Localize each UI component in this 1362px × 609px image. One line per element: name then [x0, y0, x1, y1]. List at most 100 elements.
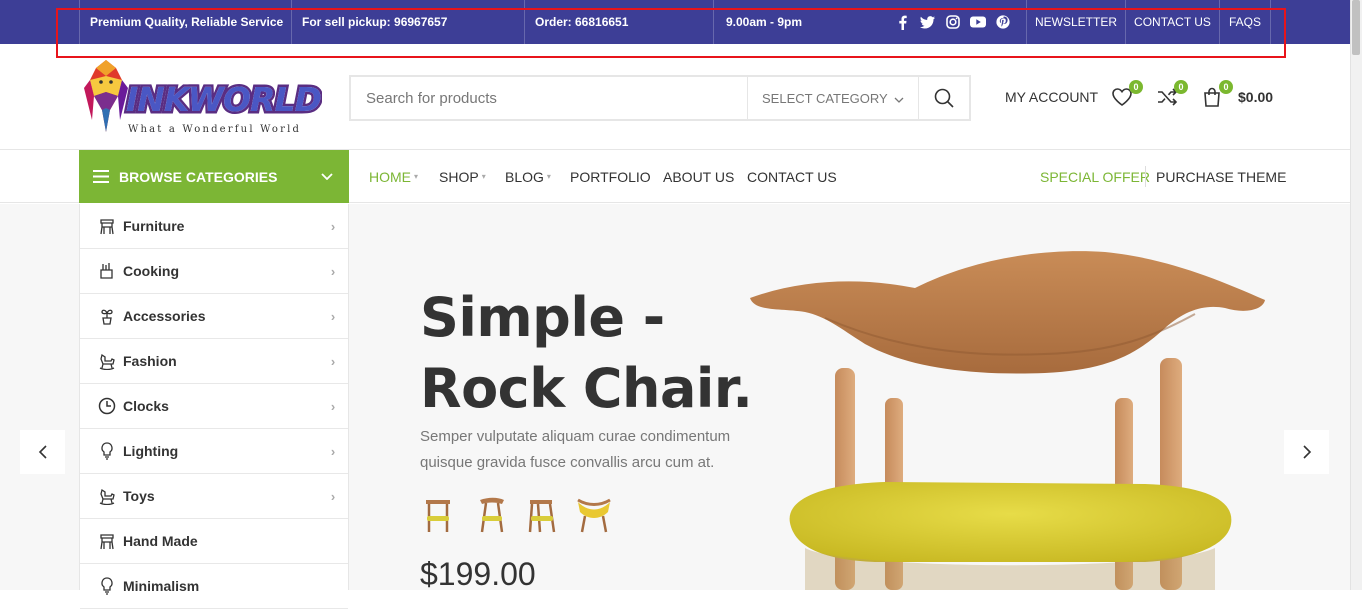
chevron-down-icon: ▾ — [481, 172, 486, 181]
category-item-cooking[interactable]: Cooking › — [80, 249, 348, 294]
category-label: Lighting — [123, 443, 179, 459]
product-search: SELECT CATEGORY — [349, 75, 971, 121]
chevron-down-icon: ▾ — [546, 172, 551, 181]
nav-blog[interactable]: BLOG ▾ — [505, 150, 551, 203]
lion-logo-icon: INKWORLD INKWORLD What a Wonderful World — [84, 60, 324, 135]
nav-purchase-theme[interactable]: PURCHASE THEME — [1156, 150, 1286, 203]
category-item-furniture[interactable]: Furniture › — [80, 204, 348, 249]
wishlist-button[interactable]: 0 — [1111, 80, 1143, 110]
my-account-link[interactable]: MY ACCOUNT — [1005, 89, 1098, 105]
chevron-down-icon — [305, 173, 349, 180]
category-item-lighting[interactable]: Lighting › — [80, 429, 348, 474]
plant-icon — [97, 306, 117, 326]
slider-next-button[interactable] — [1284, 430, 1329, 474]
top-bar-pickup-phone: For sell pickup: 96967657 — [291, 0, 524, 44]
chevron-right-icon — [1302, 445, 1311, 459]
nav-about-us[interactable]: ABOUT US — [663, 150, 734, 203]
cart-button[interactable]: 0 — [1201, 80, 1233, 110]
category-label: Fashion — [123, 353, 177, 369]
chair-icon — [97, 531, 117, 551]
nav-home[interactable]: HOME ▾ — [369, 150, 418, 203]
category-label: Cooking — [123, 263, 179, 279]
category-label: Furniture — [123, 218, 185, 234]
chair-thumbnail-2[interactable] — [472, 494, 508, 534]
chair-icon — [97, 216, 117, 236]
chair-thumbnail-4[interactable] — [576, 494, 612, 534]
logo-brand-fill: INKWORLD — [126, 80, 321, 119]
instagram-icon[interactable] — [944, 14, 961, 31]
top-bar-tagline: Premium Quality, Reliable Service — [79, 0, 291, 44]
category-select-label: SELECT CATEGORY — [762, 90, 888, 106]
slide-title-line-1: Simple - — [420, 286, 665, 349]
category-label: Toys — [123, 488, 155, 504]
youtube-icon[interactable] — [969, 14, 986, 31]
slider-prev-button[interactable] — [20, 430, 65, 474]
chair-thumbnails — [420, 494, 612, 534]
bulb-icon — [97, 576, 117, 596]
top-bar-hours: 9.00am - 9pm — [713, 0, 883, 44]
nav-special-offer[interactable]: SPECIAL OFFER — [1040, 150, 1150, 203]
category-item-fashion[interactable]: Fashion › — [80, 339, 348, 384]
newsletter-link[interactable]: NEWSLETTER — [1026, 0, 1125, 44]
wishlist-count-badge: 0 — [1129, 80, 1143, 94]
category-label: Accessories — [123, 308, 206, 324]
main-navigation: BROWSE CATEGORIES HOME ▾ SHOP ▾ BLOG ▾ PORT… — [0, 150, 1350, 203]
page-scrollbar[interactable] — [1350, 0, 1362, 590]
chair-thumbnail-1[interactable] — [420, 494, 456, 534]
category-label: Minimalism — [123, 578, 200, 594]
category-label: Clocks — [123, 398, 169, 414]
contact-us-link[interactable]: CONTACT US — [1125, 0, 1219, 44]
faqs-link[interactable]: FAQS — [1219, 0, 1271, 44]
social-links — [894, 13, 1011, 31]
category-item-accessories[interactable]: Accessories › — [80, 294, 348, 339]
nav-blog-label: BLOG — [505, 168, 544, 185]
category-item-toys[interactable]: Toys › — [80, 474, 348, 519]
search-icon — [934, 88, 954, 108]
category-item-clocks[interactable]: Clocks › — [80, 384, 348, 429]
compare-count-badge: 0 — [1174, 80, 1188, 94]
category-item-hand-made[interactable]: Hand Made — [80, 519, 348, 564]
top-bar-order-phone: Order: 66816651 — [524, 0, 713, 44]
chevron-right-icon: › — [330, 263, 336, 279]
slide-price: $199.00 — [420, 556, 536, 592]
chevron-right-icon: › — [330, 443, 336, 459]
rocking-horse-icon — [97, 486, 117, 506]
rocking-horse-icon — [97, 351, 117, 371]
logo-tagline: What a Wonderful World — [128, 124, 301, 135]
category-label: Hand Made — [123, 533, 198, 549]
site-logo[interactable]: INKWORLD INKWORLD What a Wonderful World — [82, 58, 324, 136]
chevron-right-icon: › — [330, 308, 336, 324]
search-input[interactable] — [351, 77, 747, 119]
rock-chair-image — [745, 248, 1275, 590]
cart-total[interactable]: $0.00 — [1238, 89, 1273, 105]
nav-contact-us[interactable]: CONTACT US — [747, 150, 837, 203]
bulb-icon — [97, 441, 117, 461]
pinterest-icon[interactable] — [994, 14, 1011, 31]
slide-title: Simple - Rock Chair. — [420, 282, 753, 424]
compare-button[interactable]: 0 — [1156, 80, 1188, 110]
cooking-icon — [97, 261, 117, 281]
nav-divider — [1145, 166, 1146, 187]
nav-shop[interactable]: SHOP ▾ — [439, 150, 486, 203]
chevron-down-icon: ▾ — [414, 172, 419, 181]
nav-home-label: HOME — [369, 168, 411, 185]
chevron-left-icon — [38, 445, 47, 459]
category-sidebar: Furniture › Cooking › Accessories › Fash… — [79, 204, 349, 609]
browse-categories-button[interactable]: BROWSE CATEGORIES — [79, 150, 349, 203]
clock-icon — [97, 396, 117, 416]
facebook-icon[interactable] — [894, 14, 911, 31]
search-button[interactable] — [918, 77, 969, 119]
site-header: INKWORLD INKWORLD What a Wonderful World… — [0, 44, 1350, 150]
top-bar: Premium Quality, Reliable Service For se… — [0, 0, 1362, 44]
chevron-down-icon — [894, 91, 904, 106]
scrollbar-thumb[interactable] — [1352, 0, 1360, 55]
chevron-right-icon: › — [330, 398, 336, 414]
category-item-minimalism[interactable]: Minimalism — [80, 564, 348, 609]
category-select[interactable]: SELECT CATEGORY — [747, 77, 918, 119]
slide-title-line-2: Rock Chair. — [420, 357, 753, 420]
chevron-right-icon: › — [330, 353, 336, 369]
twitter-icon[interactable] — [919, 14, 936, 31]
nav-portfolio[interactable]: PORTFOLIO — [570, 150, 651, 203]
nav-shop-label: SHOP — [439, 168, 479, 185]
chair-thumbnail-3[interactable] — [524, 494, 560, 534]
